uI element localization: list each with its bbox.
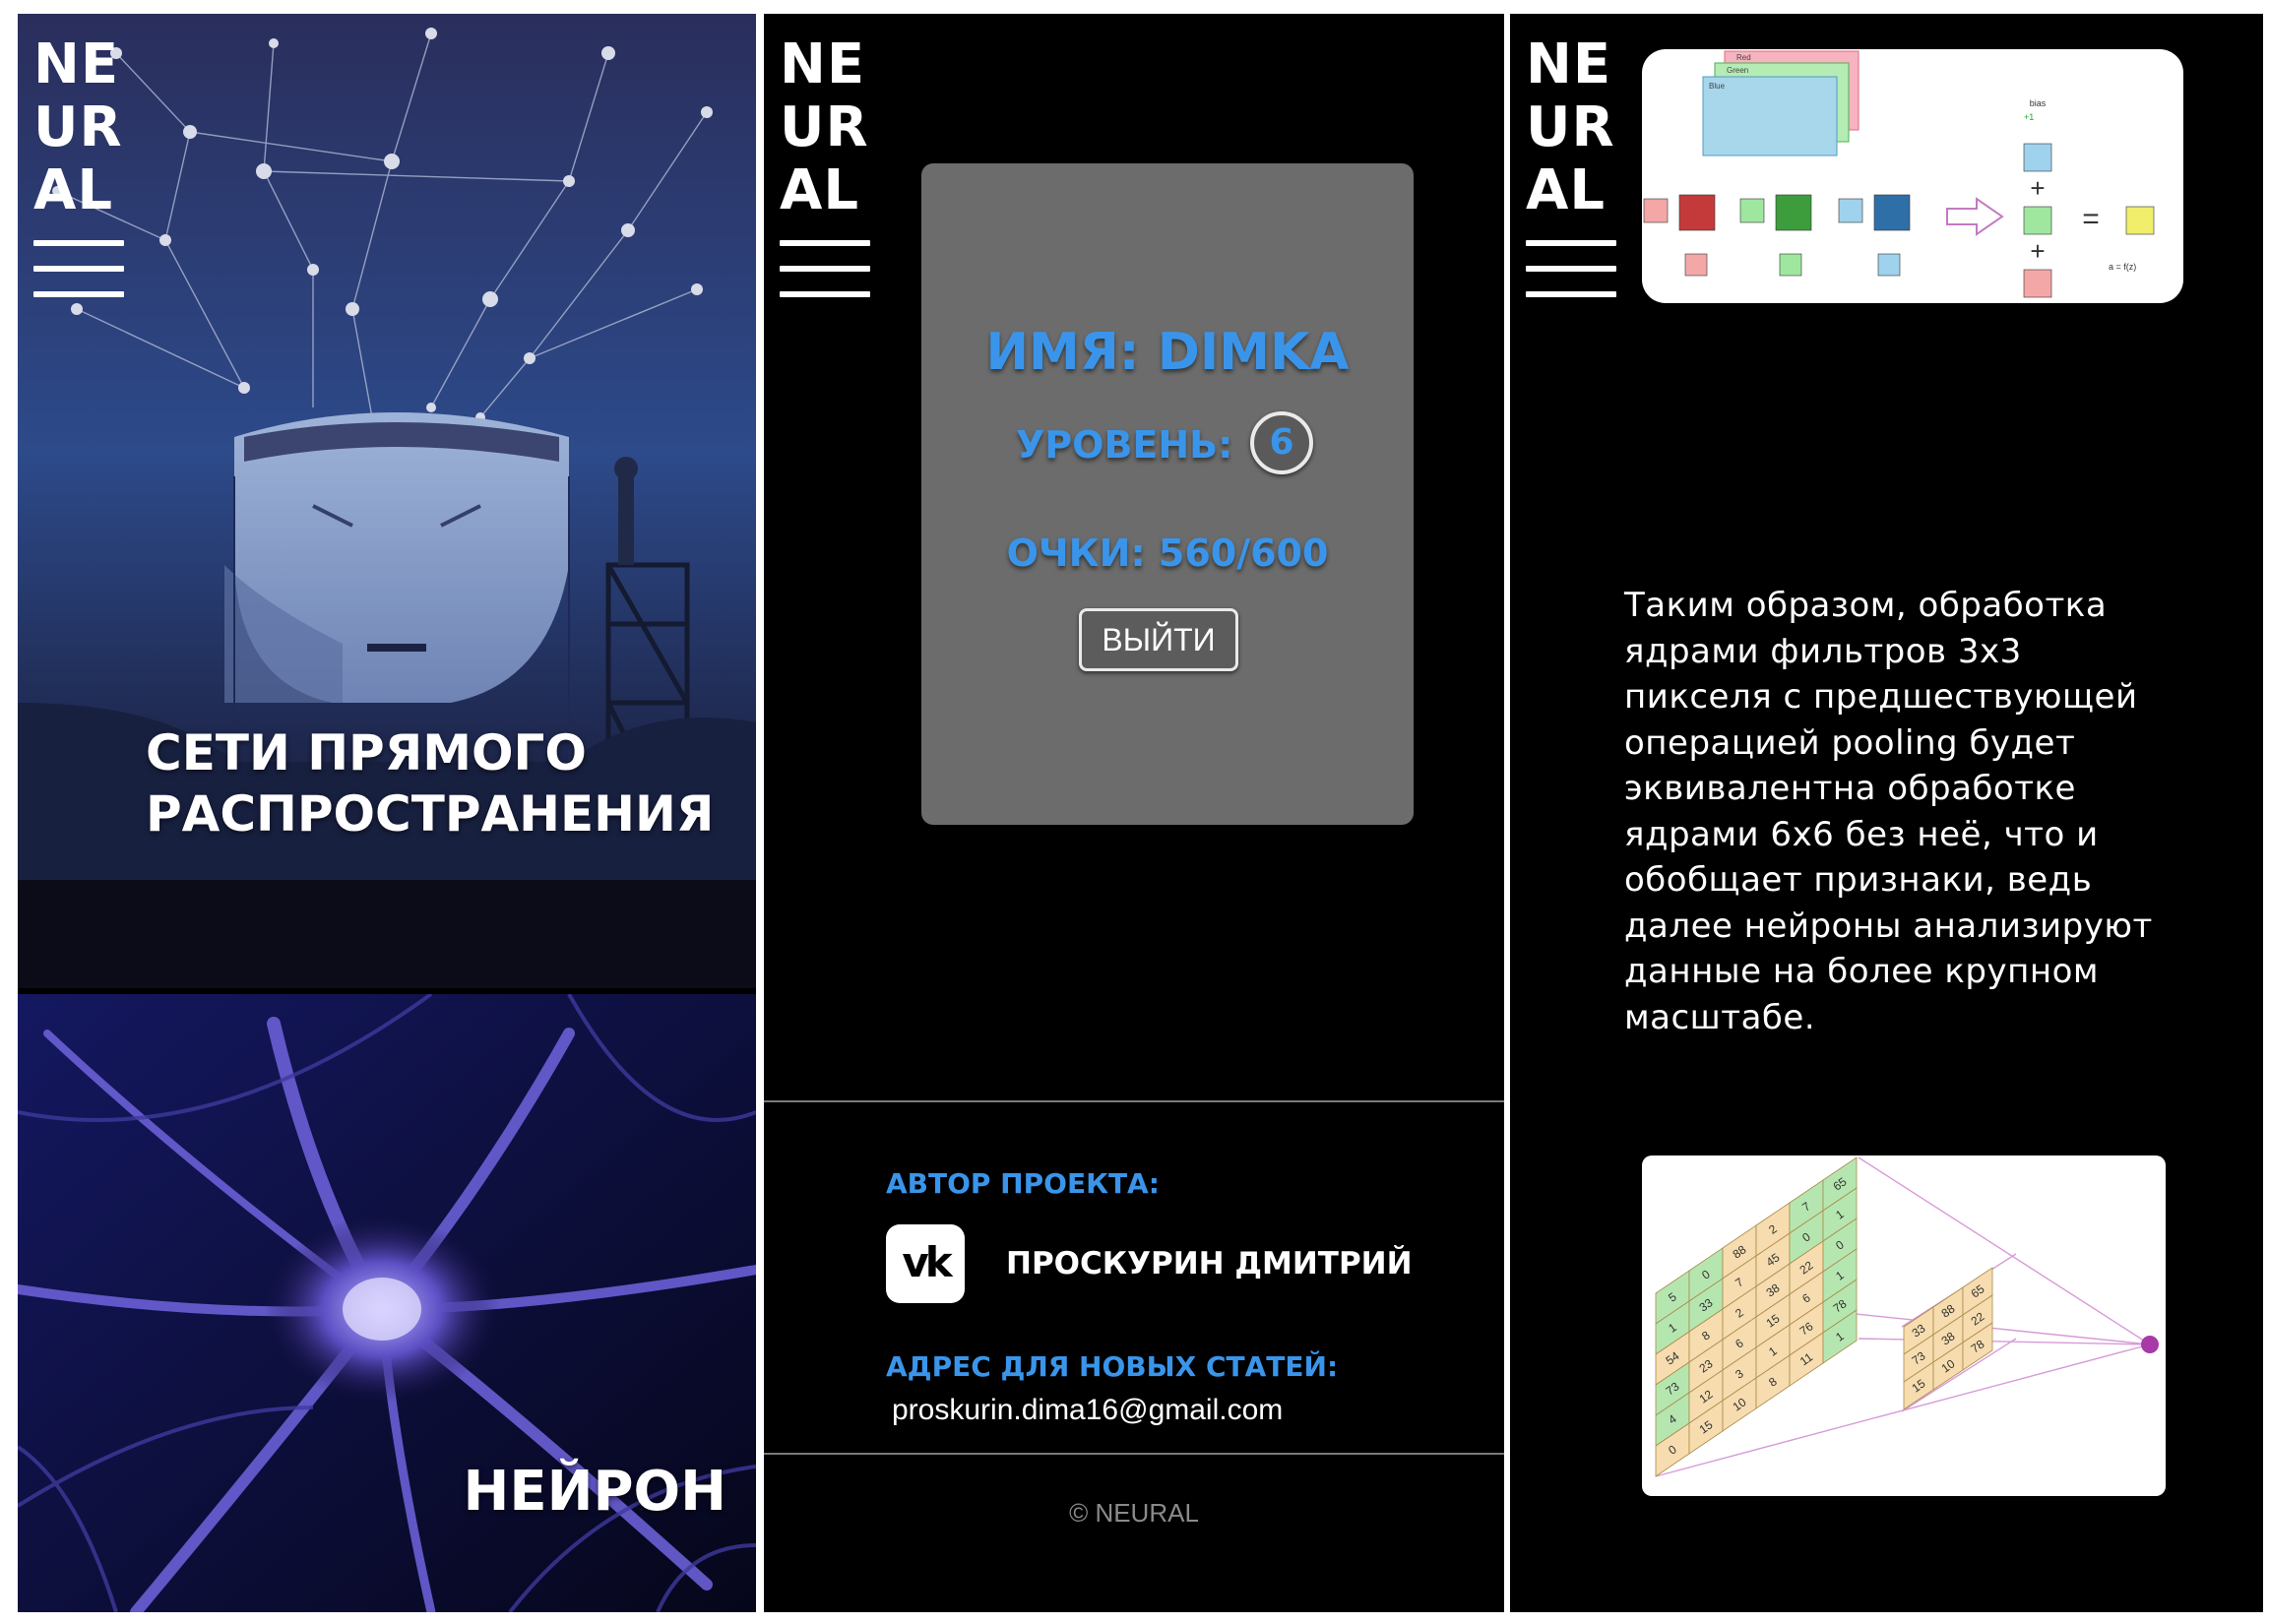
contact-email-link[interactable]: proskurin.dima16@gmail.com [892, 1394, 1283, 1427]
logo-line-3: AL [780, 158, 860, 222]
site-logo[interactable]: NE UR AL [780, 33, 869, 222]
logout-button[interactable]: ВЫЙТИ [1079, 608, 1238, 671]
logo-line-1: NE [1526, 32, 1612, 96]
pooled-grid-3x3: 338865733822151078 [1903, 1267, 1993, 1410]
article-text: Таким образом, обработка ядрами фильтров… [1624, 586, 2153, 1037]
profile-name: ИМЯ: DIMKA [985, 323, 1350, 382]
neuron-title: НЕЙРОН [463, 1460, 726, 1524]
output-node [2141, 1336, 2159, 1353]
site-logo[interactable]: NE UR AL [1526, 33, 1615, 222]
logo-line-2: UR [780, 95, 869, 159]
profile-screen: NE UR AL ИМЯ: DIMKA УРОВЕНЬ: 6 ОЧКИ: 560… [764, 14, 1504, 1612]
score-text: ОЧКИ: 560/600 [1006, 531, 1329, 575]
plus-sign-1: + [2030, 173, 2045, 203]
footer-divider-bottom [764, 1453, 1504, 1455]
article-screen: NE UR AL Red Green Blue bias +1 + + = a … [1510, 14, 2263, 1612]
logo-line-1: NE [780, 32, 866, 96]
address-label: АДРЕС ДЛЯ НОВЫХ СТАТЕЙ: [886, 1350, 1339, 1383]
equals-sign: = [2082, 203, 2100, 235]
logo-line-3: AL [1526, 158, 1607, 222]
level-badge: 6 [1250, 411, 1313, 474]
feedforward-card[interactable]: СЕТИ ПРЯМОГО РАСПРОСТРАНЕНИЯ [18, 14, 756, 988]
fig-label-green: Green [1727, 66, 1748, 75]
copyright: © NEURAL [1069, 1498, 1199, 1528]
site-logo[interactable]: NE UR AL [33, 33, 123, 222]
author-label: АВТОР ПРОЕКТА: [886, 1167, 1160, 1200]
fig-label-bias: bias [2030, 98, 2047, 108]
level-label: УРОВЕНЬ: [1016, 423, 1233, 467]
vk-icon[interactable]: vk [886, 1224, 965, 1303]
feedforward-title: СЕТИ ПРЯМОГО РАСПРОСТРАНЕНИЯ [146, 724, 715, 843]
footer-divider-top [764, 1100, 1504, 1102]
fig-label-blue: Blue [1709, 82, 1726, 91]
fig-label-plus-one: +1 [2024, 112, 2034, 122]
pooling-figure: 5 0 88 2 7 65 1 33 7 45 0 1 54 8 2 38 22 0 73 23 6 15 6 1 4 12 3 1 7… [1642, 1156, 2166, 1496]
pooling-diagram: 5088276513374501548238220732361561412317… [1655, 1156, 2159, 1477]
menu-icon[interactable] [780, 240, 870, 303]
profile-card: ИМЯ: DIMKA УРОВЕНЬ: 6 ОЧКИ: 560/600 ВЫЙТ… [921, 163, 1414, 825]
author-name: ПРОСКУРИН ДМИТРИЙ [1006, 1246, 1413, 1281]
logo-line-1: NE [33, 32, 120, 96]
convolution-rgb-figure: Red Green Blue bias +1 + + = a = f(z) [1642, 49, 2183, 303]
input-grid-6x6: 5088276513374501548238220732361561412317… [1655, 1156, 1858, 1477]
fig-label-red: Red [1736, 53, 1751, 62]
home-screen: СЕТИ ПРЯМОГО РАСПРОСТРАНЕНИЯ НЕЙРОН NE U… [18, 14, 756, 1612]
neuron-card[interactable]: НЕЙРОН [18, 994, 756, 1612]
convolution-rgb-diagram: Red Green Blue bias +1 + + = a = f(z) [1643, 50, 2155, 298]
fig-formula: a = f(z) [2109, 262, 2136, 272]
logo-line-3: AL [33, 158, 114, 222]
menu-icon[interactable] [1526, 240, 1616, 303]
menu-icon[interactable] [33, 240, 124, 303]
plus-sign-2: + [2030, 236, 2045, 266]
logo-line-2: UR [33, 95, 123, 159]
logo-line-2: UR [1526, 95, 1615, 159]
